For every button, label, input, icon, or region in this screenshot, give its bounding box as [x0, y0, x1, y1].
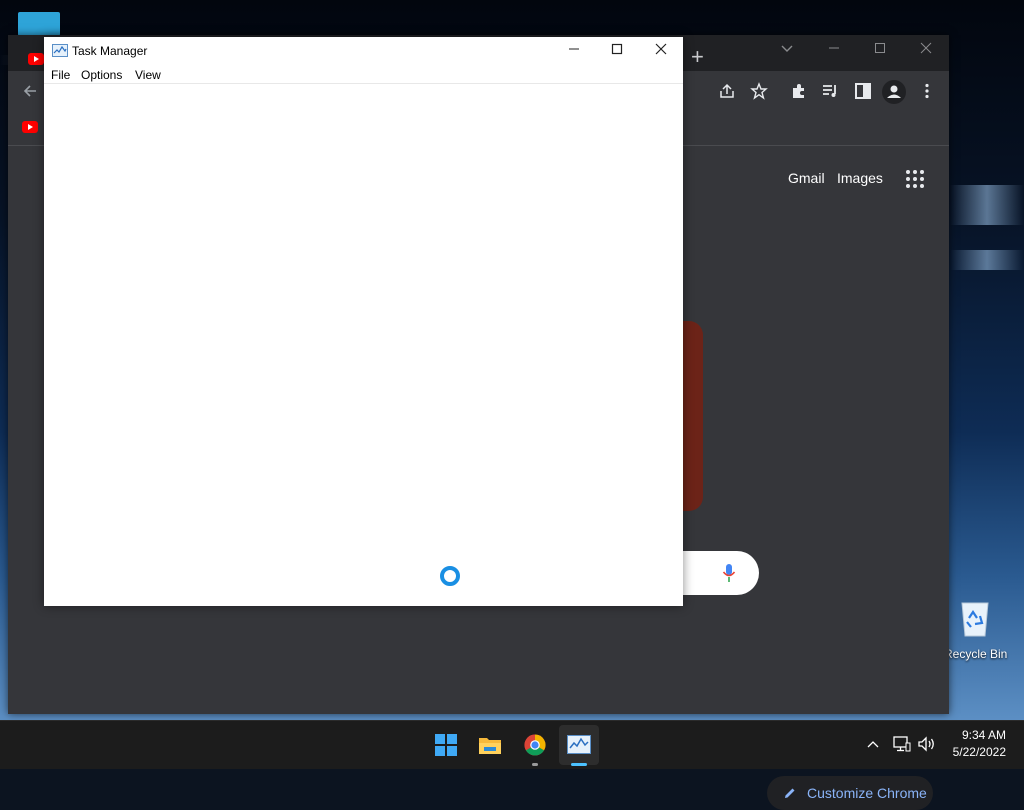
running-indicator — [532, 763, 538, 766]
window-title: Task Manager — [72, 44, 148, 58]
chrome-minimize-button[interactable] — [811, 35, 857, 63]
back-arrow-icon[interactable] — [22, 83, 38, 99]
profile-avatar[interactable] — [882, 80, 906, 104]
start-icon — [435, 734, 457, 756]
voice-search-icon[interactable] — [722, 563, 736, 583]
minimize-icon — [569, 48, 579, 50]
start-button[interactable] — [426, 725, 466, 765]
maximize-icon — [875, 43, 885, 53]
google-apps-icon[interactable] — [906, 170, 924, 188]
bookmark-star-icon[interactable] — [750, 82, 768, 100]
close-icon — [920, 42, 932, 54]
wallpaper-streak — [950, 250, 1024, 270]
task-manager-app-icon — [52, 44, 68, 57]
media-queue-icon[interactable] — [821, 82, 839, 100]
task-manager-taskbar-button[interactable] — [559, 725, 599, 766]
wallpaper-streak — [950, 185, 1024, 225]
task-manager-window: Task Manager File Options View — [44, 37, 683, 606]
recycle-bin-label: Recycle Bin — [944, 647, 1008, 661]
desktop-folder-icon[interactable] — [18, 12, 60, 36]
chrome-menu-kebab-icon[interactable] — [918, 82, 936, 100]
chrome-close-button[interactable] — [903, 35, 949, 63]
maximize-icon — [611, 43, 623, 55]
clock-time: 9:34 AM — [961, 728, 1006, 742]
volume-icon[interactable] — [917, 736, 937, 752]
menu-file[interactable]: File — [51, 68, 70, 82]
show-hidden-icons-chevron-icon[interactable] — [867, 739, 879, 749]
tm-minimize-button[interactable] — [552, 37, 596, 65]
taskbar: 9:34 AM 5/22/2022 — [0, 720, 1024, 769]
chrome-icon — [524, 734, 546, 756]
network-icon[interactable] — [893, 736, 911, 752]
youtube-bookmark-icon[interactable] — [22, 121, 38, 133]
clock-date: 5/22/2022 — [952, 745, 1006, 759]
active-indicator — [571, 763, 587, 766]
menu-options[interactable]: Options — [81, 68, 122, 82]
images-link[interactable]: Images — [837, 170, 883, 186]
person-icon — [887, 85, 901, 98]
tm-close-button[interactable] — [639, 37, 683, 65]
tab-search-chevron-icon[interactable] — [781, 44, 793, 54]
share-icon[interactable] — [718, 82, 736, 100]
google-doodle[interactable] — [683, 321, 703, 511]
task-manager-icon — [567, 735, 591, 754]
tm-maximize-button[interactable] — [595, 37, 639, 65]
menu-divider — [44, 83, 683, 84]
recycle-bin-shortcut[interactable]: Recycle Bin — [944, 598, 1024, 662]
pencil-icon — [785, 788, 795, 798]
new-tab-button[interactable]: + — [691, 45, 704, 69]
chrome-maximize-button[interactable] — [857, 35, 903, 63]
loading-spinner-icon — [440, 566, 460, 586]
extensions-icon[interactable] — [790, 82, 808, 100]
minimize-icon — [829, 47, 839, 49]
recycle-bin-icon — [961, 602, 989, 637]
customize-chrome-label: Customize Chrome — [807, 785, 927, 801]
customize-chrome-button[interactable]: Customize Chrome — [767, 776, 933, 810]
menu-view[interactable]: View — [135, 68, 161, 82]
gmail-link[interactable]: Gmail — [788, 170, 825, 186]
search-box[interactable] — [678, 551, 759, 595]
file-explorer-button[interactable] — [470, 725, 510, 765]
side-panel-icon[interactable] — [854, 82, 872, 100]
clock[interactable]: 9:34 AM 5/22/2022 — [944, 728, 1006, 759]
youtube-tab-icon[interactable] — [28, 53, 44, 65]
close-icon — [655, 43, 667, 55]
chrome-taskbar-button[interactable] — [515, 725, 555, 766]
file-explorer-icon — [479, 738, 501, 754]
